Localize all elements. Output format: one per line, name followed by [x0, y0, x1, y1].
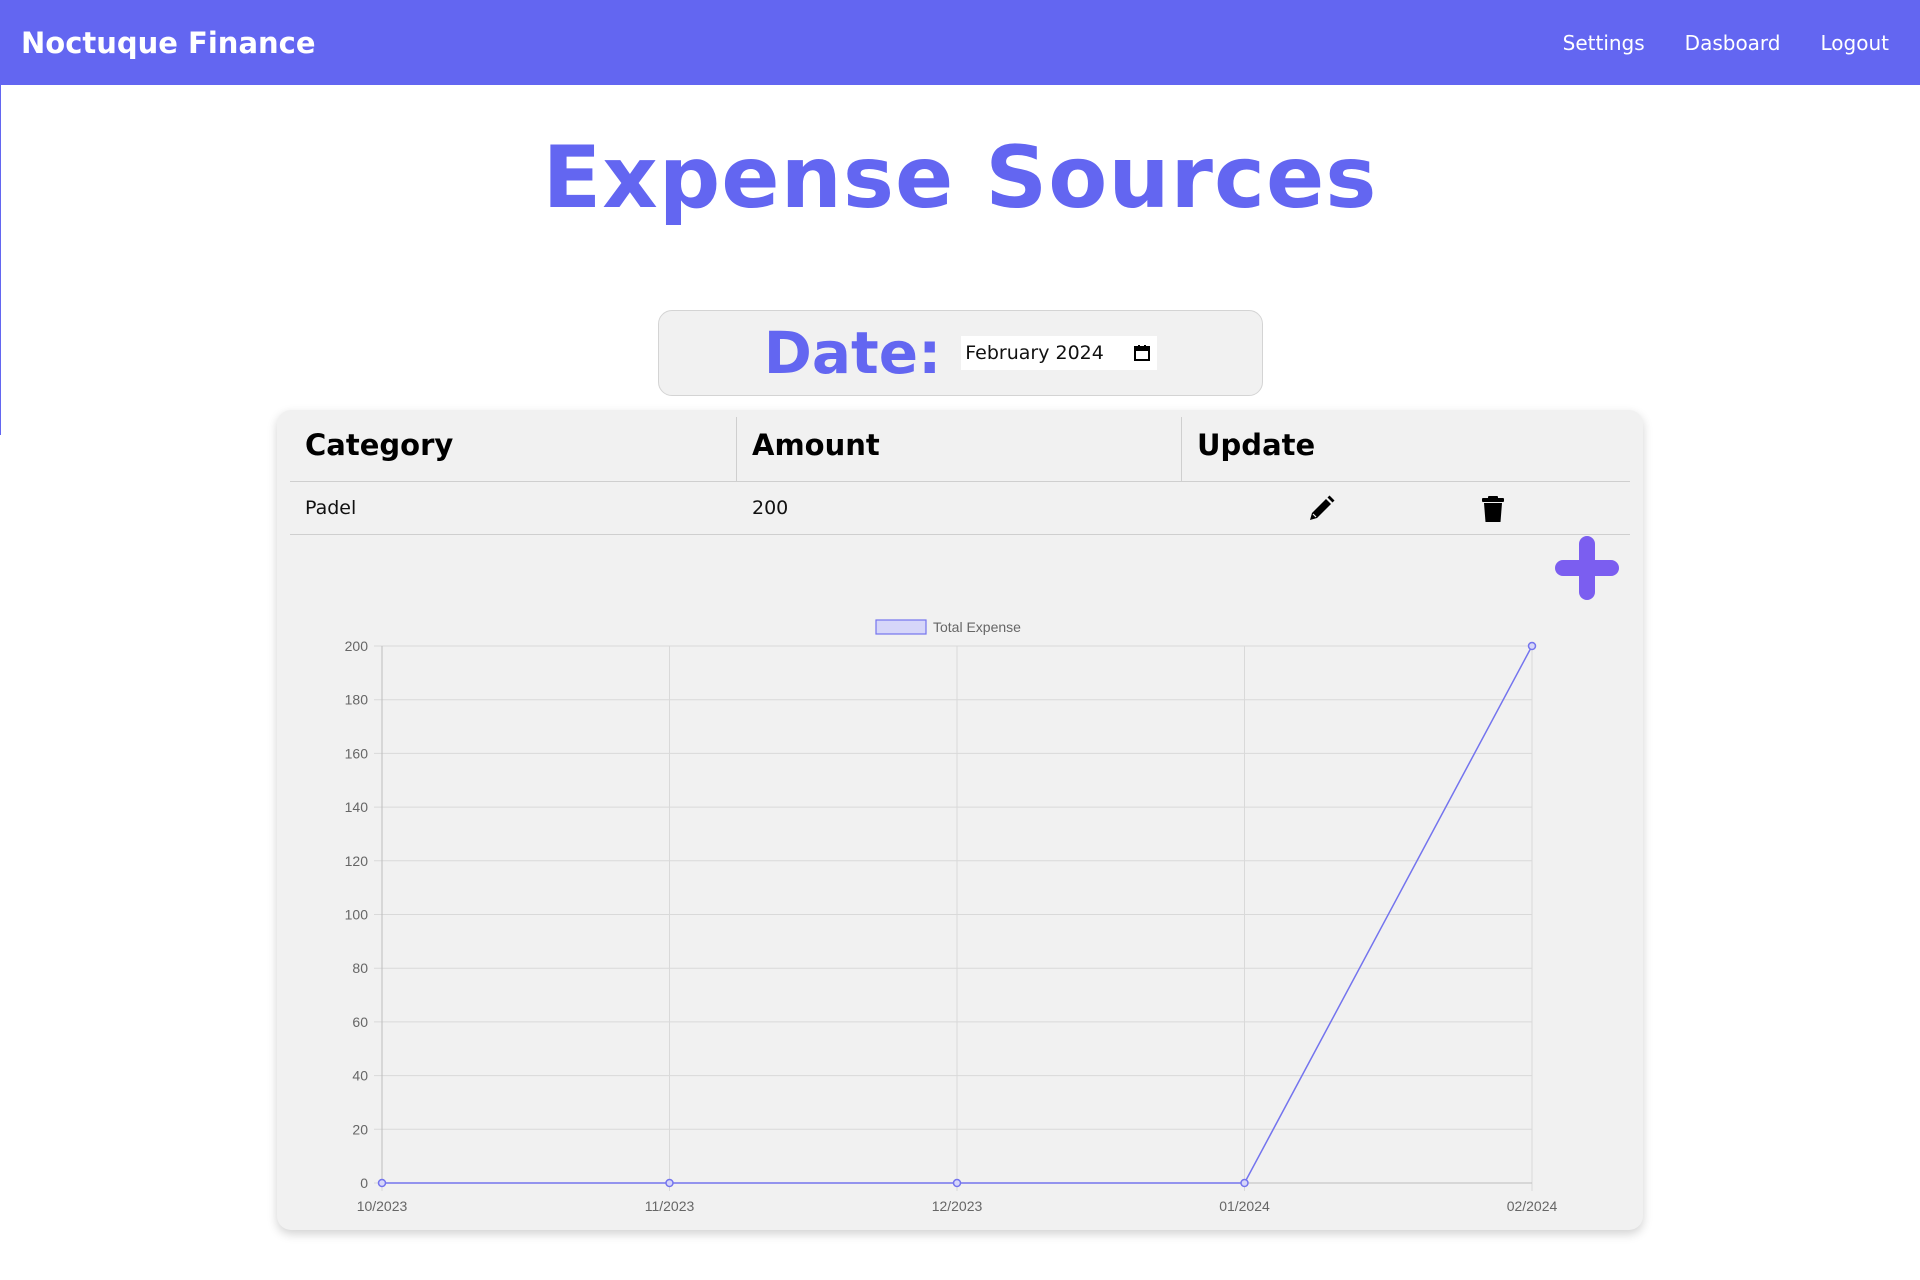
add-expense-button[interactable]: [1553, 534, 1621, 602]
y-tick-label: 100: [345, 907, 369, 923]
data-point: [1527, 641, 1537, 651]
pencil-icon[interactable]: [1306, 494, 1336, 524]
page-title: Expense Sources: [542, 128, 1378, 228]
data-point: [952, 1178, 962, 1188]
y-tick-label: 0: [360, 1175, 368, 1191]
cell-amount: 200: [752, 497, 789, 519]
table-row: Padel 200: [290, 482, 1630, 535]
y-tick-label: 200: [345, 638, 369, 654]
data-point: [377, 1178, 387, 1188]
y-tick-label: 40: [352, 1068, 368, 1084]
cell-category: Padel: [305, 497, 357, 519]
table-header: Category Amount Update: [290, 417, 1630, 482]
x-tick-label: 12/2023: [932, 1198, 983, 1214]
header-amount: Amount: [737, 417, 1182, 481]
y-tick-label: 80: [352, 960, 368, 976]
data-point: [665, 1178, 674, 1188]
nav-link-logout[interactable]: Logout: [1821, 31, 1889, 55]
y-tick-label: 180: [345, 692, 369, 708]
month-picker-input[interactable]: February 2024: [961, 336, 1158, 370]
header-update: Update: [1197, 428, 1316, 462]
expense-card: 0 20 40 60 80 100 120 140 160 180 200 10/2023 11/202…: [277, 410, 1643, 1230]
x-tick-label: 02/2024: [1507, 1198, 1558, 1214]
top-navbar: Noctuque Finance Settings Dasboard Logou…: [0, 0, 1920, 85]
data-point: [1240, 1178, 1249, 1188]
x-tick-label: 01/2024: [1219, 1198, 1270, 1214]
calendar-icon[interactable]: [1133, 344, 1151, 362]
header-category: Category: [290, 417, 737, 481]
nav-link-settings[interactable]: Settings: [1563, 31, 1645, 55]
date-filter-card: Date: February 2024: [658, 310, 1263, 396]
y-tick-label: 20: [352, 1121, 368, 1137]
expense-table: Category Amount Update Padel 200: [290, 417, 1630, 535]
y-tick-label: 140: [345, 799, 369, 815]
cell-actions: [1182, 482, 1630, 535]
legend-label: Total Expense: [933, 619, 1021, 635]
legend-swatch: [875, 619, 927, 635]
nav-links: Settings Dasboard Logout: [1563, 31, 1899, 55]
y-tick-label: 60: [352, 1014, 368, 1030]
y-tick-label: 160: [345, 745, 369, 761]
brand-title[interactable]: Noctuque Finance: [21, 26, 316, 60]
plus-icon-horizontal: [1555, 560, 1619, 576]
x-tick-label: 10/2023: [357, 1198, 408, 1214]
month-picker-value: February 2024: [965, 342, 1104, 364]
x-tick-label: 11/2023: [645, 1198, 695, 1214]
nav-link-dashboard[interactable]: Dasboard: [1685, 31, 1781, 55]
y-tick-label: 120: [345, 853, 369, 869]
date-label: Date:: [763, 319, 942, 387]
trash-icon[interactable]: [1478, 494, 1508, 524]
